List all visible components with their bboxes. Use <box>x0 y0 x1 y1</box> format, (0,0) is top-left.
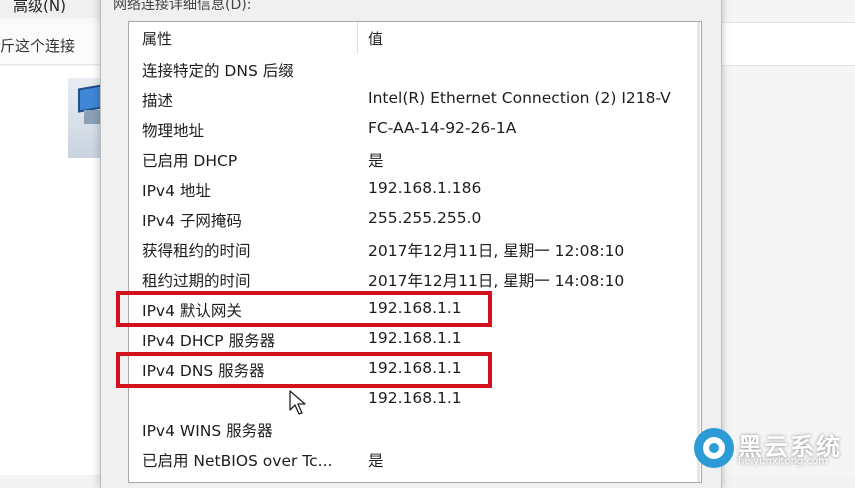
row-property: IPv4 WINS 服务器 <box>142 422 273 440</box>
list-row[interactable]: 已启用 NetBIOS over Tc... 是 <box>129 445 689 475</box>
row-property: 描述 <box>142 92 174 110</box>
background-window: 高级(N) 斤这个连接 <box>0 0 110 475</box>
list-row[interactable]: IPv4 DNS 服务器 192.168.1.1 <box>129 355 689 385</box>
row-property: IPv4 子网掩码 <box>142 212 242 230</box>
row-property: 物理地址 <box>142 122 205 140</box>
row-property: IPv4 默认网关 <box>142 302 242 320</box>
row-property: IPv4 地址 <box>142 182 211 200</box>
toolbar: 斤这个连接 <box>0 24 110 65</box>
watermark: 黑云系统 heiyunxitong.com <box>692 426 852 472</box>
row-property: 获得租约的时间 <box>142 242 251 260</box>
row-property: 已启用 NetBIOS over Tc... <box>142 452 333 470</box>
list-row[interactable]: 192.168.1.1 <box>129 385 689 415</box>
list-row[interactable]: 连接特定的 DNS 后缀 <box>129 55 689 85</box>
watermark-logo-icon <box>694 428 734 468</box>
row-property: 连接特定的 DNS 后缀 <box>142 62 294 80</box>
network-adapter-icon[interactable] <box>68 78 108 158</box>
row-value: 是 <box>368 152 384 170</box>
list-row[interactable]: 已启用 DHCP 是 <box>129 145 689 175</box>
row-property: IPv4 DNS 服务器 <box>142 362 265 380</box>
list-row[interactable]: IPv4 默认网关 192.168.1.1 <box>129 295 689 325</box>
listview-header: 属性 值 <box>129 22 701 54</box>
row-property: IPv4 DHCP 服务器 <box>142 332 276 350</box>
toolbar-connection-action[interactable]: 斤这个连接 <box>0 35 75 56</box>
scrollbar[interactable] <box>697 22 700 482</box>
list-row[interactable]: IPv4 DHCP 服务器 192.168.1.1 <box>129 325 689 355</box>
row-value: 是 <box>368 452 384 470</box>
list-row[interactable]: IPv4 子网掩码 255.255.255.0 <box>129 205 689 235</box>
row-value: 192.168.1.186 <box>368 179 482 197</box>
row-property: 租约过期的时间 <box>142 272 251 290</box>
list-row[interactable]: 物理地址 FC-AA-14-92-26-1A <box>129 115 689 145</box>
list-row[interactable]: 租约过期的时间 2017年12月11日, 星期一 14:08:10 <box>129 265 689 295</box>
row-value: 2017年12月11日, 星期一 14:08:10 <box>368 272 625 290</box>
list-row[interactable]: IPv4 地址 192.168.1.186 <box>129 175 689 205</box>
mouse-cursor-icon <box>289 390 306 415</box>
column-separator[interactable] <box>357 22 358 54</box>
network-connection-details-dialog: 网络连接详细信息(D): 属性 值 连接特定的 DNS 后缀 描述 Intel(… <box>100 0 722 488</box>
row-value: FC-AA-14-92-26-1A <box>368 119 517 137</box>
list-row[interactable]: IPv4 WINS 服务器 <box>129 415 689 445</box>
menu-advanced[interactable]: 高级(N) <box>13 0 66 16</box>
menu-bar: 高级(N) <box>0 0 110 18</box>
column-header-value[interactable]: 值 <box>368 28 383 49</box>
row-value: 192.168.1.1 <box>368 359 462 377</box>
row-value: Intel(R) Ethernet Connection (2) I218-V <box>368 89 671 107</box>
row-value: 192.168.1.1 <box>368 389 462 407</box>
toolbar-strip <box>720 22 855 66</box>
row-value: 192.168.1.1 <box>368 299 462 317</box>
column-header-property[interactable]: 属性 <box>142 28 172 49</box>
details-listview[interactable]: 属性 值 连接特定的 DNS 后缀 描述 Intel(R) Ethernet C… <box>128 21 702 483</box>
background-window-right <box>720 0 855 475</box>
row-property: 已启用 DHCP <box>142 152 238 170</box>
row-value: 255.255.255.0 <box>368 209 482 227</box>
row-value: 192.168.1.1 <box>368 329 462 347</box>
list-row[interactable]: 获得租约的时间 2017年12月11日, 星期一 12:08:10 <box>129 235 689 265</box>
row-value: 2017年12月11日, 星期一 12:08:10 <box>368 242 625 260</box>
watermark-url: heiyunxitong.com <box>738 456 828 467</box>
list-row[interactable]: 描述 Intel(R) Ethernet Connection (2) I218… <box>129 85 689 115</box>
details-label: 网络连接详细信息(D): <box>113 0 252 13</box>
